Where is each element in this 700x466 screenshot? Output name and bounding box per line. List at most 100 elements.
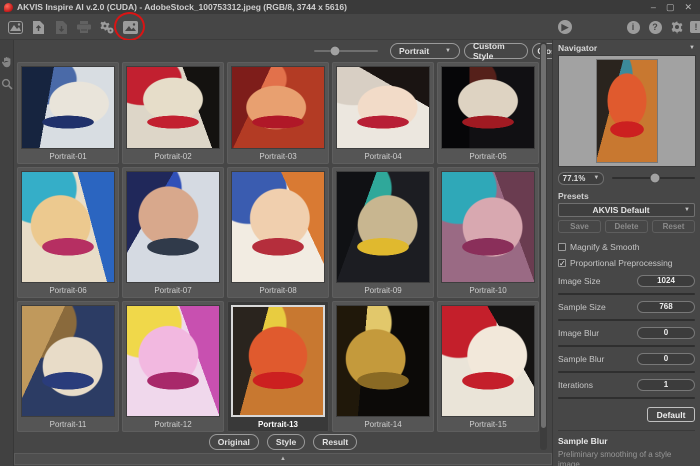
style-thumbnail[interactable] <box>21 305 115 417</box>
param-slider[interactable] <box>558 371 695 373</box>
param-value[interactable]: 768 <box>637 301 695 313</box>
help-icon[interactable]: ? <box>646 18 664 36</box>
style-tile-label: Portrait-02 <box>123 149 223 163</box>
style-tile[interactable]: Portrait-01 <box>17 62 119 164</box>
param-value[interactable]: 1 <box>637 379 695 391</box>
style-tile[interactable]: Portrait-05 <box>437 62 539 164</box>
settings-panel: Navigator ▼ 77.1%▼ Presets AKVIS Default… <box>552 40 700 466</box>
style-thumbnail[interactable] <box>231 171 325 283</box>
style-tile[interactable]: Portrait-06 <box>17 167 119 298</box>
gallery-scrollbar[interactable] <box>540 42 547 450</box>
preset-reset-button[interactable]: Reset <box>652 220 695 233</box>
feedback-icon[interactable]: ! <box>687 18 700 36</box>
param-slider[interactable] <box>558 319 695 321</box>
info-icon[interactable]: i <box>624 18 642 36</box>
preset-delete-button[interactable]: Delete <box>605 220 648 233</box>
zoom-level-dropdown[interactable]: 77.1%▼ <box>558 172 604 185</box>
workspace-icon[interactable] <box>6 18 24 36</box>
chevron-down-icon: ▼ <box>593 175 599 181</box>
style-thumbnail[interactable] <box>231 66 325 149</box>
style-tile-label: Portrait-15 <box>438 417 538 431</box>
param-slider[interactable] <box>558 397 695 399</box>
style-thumbnail[interactable] <box>336 66 430 149</box>
style-thumbnail[interactable] <box>441 305 535 417</box>
style-thumbnail[interactable] <box>126 305 220 417</box>
batch-processing-icon[interactable] <box>98 18 116 36</box>
style-thumbnail[interactable] <box>441 66 535 149</box>
zoom-slider[interactable] <box>612 177 695 179</box>
titlebar: AKVIS Inspire AI v.2.0 (CUDA) - AdobeSto… <box>0 0 700 14</box>
style-tile[interactable]: Portrait-09 <box>332 167 434 298</box>
hand-tool-icon[interactable] <box>1 56 13 68</box>
default-button[interactable]: Default <box>647 407 695 422</box>
proportional-preprocessing-checkbox[interactable]: ✓ <box>558 259 566 267</box>
style-thumbnail[interactable] <box>126 66 220 149</box>
style-tile[interactable]: Portrait-11 <box>17 301 119 432</box>
style-tile-label: Portrait-05 <box>438 149 538 163</box>
style-thumbnail[interactable] <box>336 305 430 417</box>
category-dropdown[interactable]: Portrait▼ <box>390 43 460 59</box>
style-tile-label: Portrait-10 <box>438 283 538 297</box>
navigator-header[interactable]: Navigator ▼ <box>558 41 695 55</box>
result-tab-button[interactable]: Result <box>313 434 357 450</box>
scrollbar-thumb[interactable] <box>541 44 546 428</box>
style-tile-label: Portrait-04 <box>333 149 433 163</box>
checkbox-row-proportional[interactable]: ✓ Proportional Preprocessing <box>558 257 695 269</box>
style-tile[interactable]: Portrait-07 <box>122 167 224 298</box>
preset-save-button[interactable]: Save <box>558 220 601 233</box>
original-tab-button[interactable]: Original <box>209 434 259 450</box>
save-image-icon <box>52 18 70 36</box>
style-gallery: Portrait▼ Custom Style Close Portrait-01… <box>14 40 552 452</box>
style-thumbnail[interactable] <box>231 305 325 417</box>
navigator-collapse-icon[interactable]: ▼ <box>689 45 695 51</box>
app-window: AKVIS Inspire AI v.2.0 (CUDA) - AdobeSto… <box>0 0 700 466</box>
open-image-icon[interactable] <box>29 18 47 36</box>
style-tab-button[interactable]: Style <box>267 434 305 450</box>
style-thumbnail[interactable] <box>21 66 115 149</box>
style-gallery-icon[interactable] <box>121 18 139 36</box>
param-label: Sample Blur <box>558 354 604 364</box>
param-value[interactable]: 0 <box>637 327 695 339</box>
style-grid: Portrait-01 Portrait-02 Portrait-03 Port… <box>17 62 538 457</box>
close-button[interactable]: ✕ <box>684 0 692 14</box>
style-thumbnail[interactable] <box>441 171 535 283</box>
style-tile[interactable]: Portrait-02 <box>122 62 224 164</box>
navigator-preview[interactable] <box>558 55 696 167</box>
param-value[interactable]: 1024 <box>637 275 695 287</box>
app-logo-icon <box>4 3 13 12</box>
style-tile-label: Portrait-14 <box>333 417 433 431</box>
preset-dropdown[interactable]: AKVIS Default ▼ <box>558 203 695 217</box>
style-tile[interactable]: Portrait-15 <box>437 301 539 432</box>
style-thumbnail[interactable] <box>126 171 220 283</box>
custom-style-button[interactable]: Custom Style <box>464 43 528 59</box>
zoom-tool-icon[interactable] <box>1 78 13 90</box>
style-tile[interactable]: Portrait-03 <box>227 62 329 164</box>
param-label: Image Size <box>558 276 601 286</box>
param-slider[interactable] <box>558 293 695 295</box>
style-tile[interactable]: Portrait-10 <box>437 167 539 298</box>
magnify-smooth-checkbox[interactable] <box>558 243 566 251</box>
minimize-button[interactable]: – <box>651 0 656 14</box>
style-tile[interactable]: Portrait-04 <box>332 62 434 164</box>
param-label: Iterations <box>558 380 593 390</box>
chevron-down-icon: ▼ <box>684 207 690 213</box>
parameters: Image Size 1024 Sample Size 768 Image Bl… <box>558 274 695 399</box>
run-icon[interactable]: ▶ <box>556 18 574 36</box>
param-value[interactable]: 0 <box>637 353 695 365</box>
thumbnail-size-slider[interactable] <box>314 50 378 52</box>
style-tile[interactable]: Portrait-12 <box>122 301 224 432</box>
maximize-button[interactable]: ▢ <box>666 0 675 14</box>
style-tile[interactable]: Portrait-14 <box>332 301 434 432</box>
param-slider[interactable] <box>558 345 695 347</box>
style-tile-label: Portrait-11 <box>18 417 118 431</box>
style-thumbnail[interactable] <box>21 171 115 283</box>
collapse-strip[interactable]: ▲ <box>14 453 552 465</box>
main-toolbar: ▶ i ? ! <box>0 14 700 40</box>
style-tile[interactable]: Portrait-13 <box>227 301 329 432</box>
style-tile-label: Portrait-09 <box>333 283 433 297</box>
hint-title: Sample Blur <box>558 436 695 446</box>
style-tile[interactable]: Portrait-08 <box>227 167 329 298</box>
preferences-gear-icon[interactable] <box>668 18 686 36</box>
checkbox-row-magnify[interactable]: Magnify & Smooth <box>558 241 695 253</box>
style-thumbnail[interactable] <box>336 171 430 283</box>
